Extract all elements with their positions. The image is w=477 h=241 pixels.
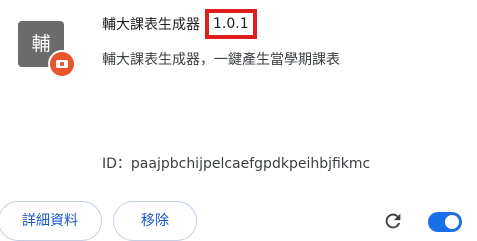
reload-icon[interactable] xyxy=(382,210,404,232)
extension-name: 輔大課表生成器 xyxy=(102,17,200,33)
version-label: 1.0.1 xyxy=(205,9,257,39)
extension-description: 輔大課表生成器，一鍵產生當學期課表 xyxy=(102,52,340,68)
details-button[interactable]: 詳細資料 xyxy=(0,201,102,241)
enable-toggle[interactable] xyxy=(428,212,462,232)
extension-id: ID：paajpbchijpelcaefgpdkpeihbjfikmc xyxy=(102,156,371,172)
extension-card: 輔 輔大課表生成器 1.0.1 輔大課表生成器，一鍵產生當學期課表 ID：paa… xyxy=(0,0,477,241)
title-row: 輔大課表生成器 1.0.1 xyxy=(102,9,257,39)
toggle-knob xyxy=(445,215,459,229)
remove-button[interactable]: 移除 xyxy=(113,201,197,241)
extension-badge-icon xyxy=(48,50,76,78)
